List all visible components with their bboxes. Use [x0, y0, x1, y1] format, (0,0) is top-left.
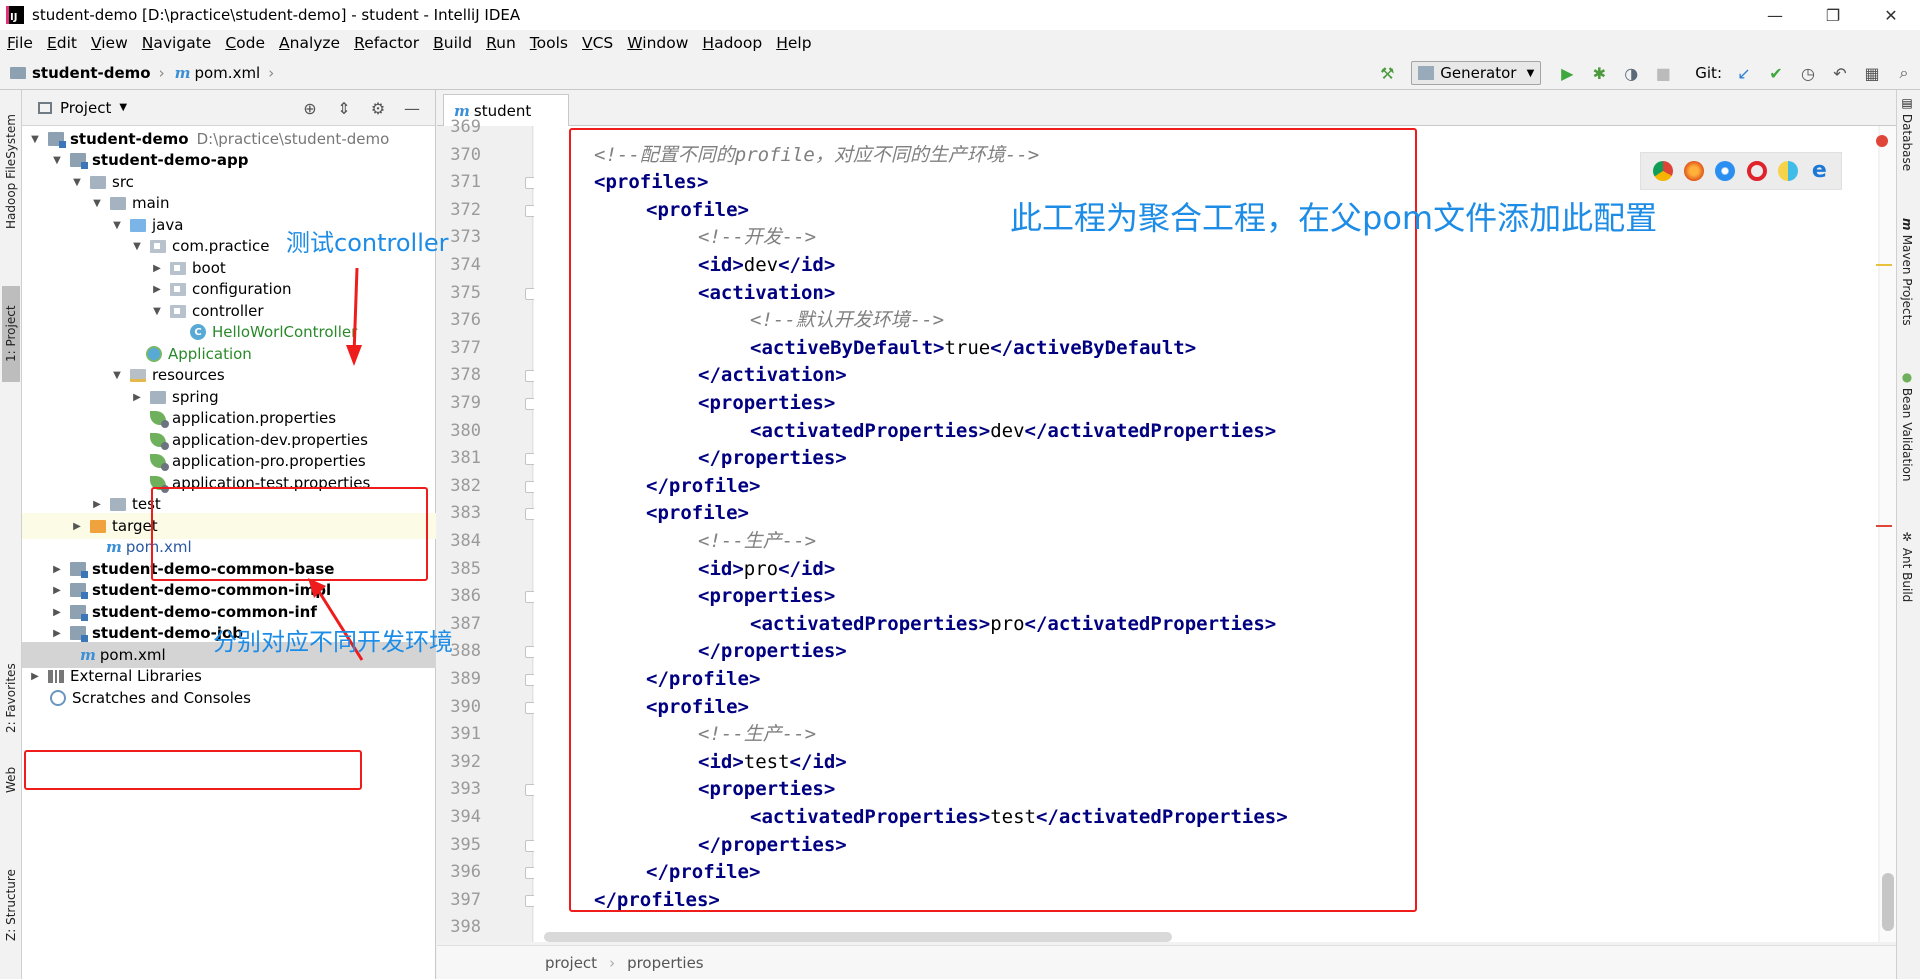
annotation-env: 分别对应不同开发环境 — [213, 628, 453, 656]
annotation-arrows — [308, 267, 364, 661]
annotation-controller: 测试controller — [286, 229, 449, 257]
annotation-aggregate: 此工程为聚合工程，在父pom文件添加此配置 — [1010, 199, 1658, 237]
arrow-to-controller — [346, 267, 362, 366]
